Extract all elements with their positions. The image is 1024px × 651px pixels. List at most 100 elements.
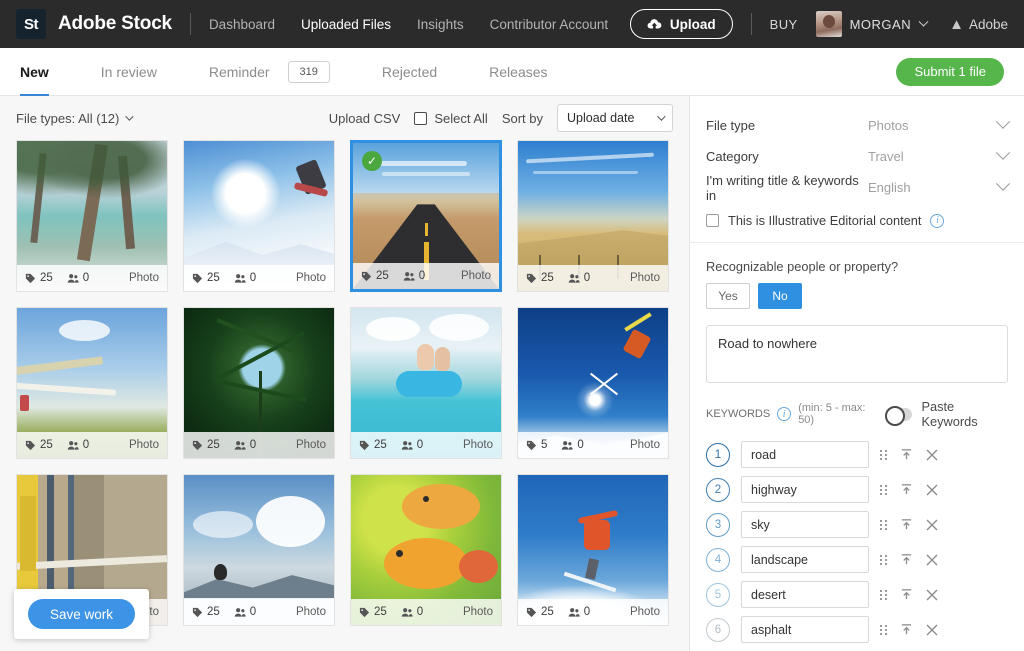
category-row[interactable]: Category Travel <box>706 141 1011 172</box>
drag-handle-icon[interactable] <box>880 589 887 600</box>
tab-new[interactable]: New <box>20 48 49 96</box>
chevron-down-icon[interactable] <box>918 16 929 27</box>
reminder-count-badge: 319 <box>287 60 330 83</box>
people-icon <box>67 440 79 450</box>
chevron-down-icon <box>657 112 666 121</box>
cloud-upload-icon <box>647 18 662 29</box>
save-work-button[interactable]: Save work <box>28 599 136 629</box>
info-icon[interactable]: i <box>777 407 792 421</box>
tab-reminder[interactable]: Reminder <box>209 48 270 96</box>
thumbnail-card[interactable]: 25 0 Photo <box>16 140 168 292</box>
keyword-input[interactable]: highway <box>741 476 869 503</box>
keyword-input[interactable]: desert <box>741 581 869 608</box>
move-to-top-icon[interactable] <box>900 553 913 566</box>
move-to-top-icon[interactable] <box>900 623 913 636</box>
people-count: 0 <box>403 270 425 282</box>
keyword-input[interactable]: asphalt <box>741 616 869 643</box>
submit-file-button[interactable]: Submit 1 file <box>896 57 1004 86</box>
thumbnail-grid: 25 0 Photo 25 0 Photo ✓ 25 0 Photo 25 0 … <box>16 140 673 626</box>
file-type-label: Photo <box>629 606 660 618</box>
drag-handle-icon[interactable] <box>880 624 887 635</box>
drag-handle-icon[interactable] <box>880 554 887 565</box>
remove-keyword-icon[interactable] <box>926 484 938 496</box>
category-value: Travel <box>868 149 904 164</box>
thumbnail-card[interactable]: 5 0 Photo <box>517 307 669 459</box>
remove-keyword-icon[interactable] <box>926 519 938 531</box>
buy-link[interactable]: BUY <box>770 17 798 32</box>
move-to-top-icon[interactable] <box>900 518 913 531</box>
file-type-label: Photo <box>295 606 326 618</box>
thumbnail-card-selected[interactable]: ✓ 25 0 Photo <box>350 140 502 292</box>
people-icon <box>568 607 580 617</box>
chevron-down-icon <box>995 176 1011 191</box>
tab-rejected[interactable]: Rejected <box>382 48 437 96</box>
people-count: 0 <box>234 272 256 284</box>
people-count: 0 <box>401 439 423 451</box>
language-row[interactable]: I'm writing title & keywords in English <box>706 172 1011 203</box>
tag-icon <box>526 607 537 617</box>
select-all-checkbox[interactable]: Select All <box>414 111 488 126</box>
avatar[interactable] <box>815 11 842 37</box>
keyword-count: 25 <box>359 439 387 451</box>
thumbnail-card[interactable]: 25 0 Photo <box>350 307 502 459</box>
thumbnail-card[interactable]: 25 0 Photo <box>517 140 669 292</box>
drag-handle-icon[interactable] <box>880 484 887 495</box>
upload-csv-button[interactable]: Upload CSV <box>329 111 401 126</box>
recognizable-no-button[interactable]: No <box>758 283 802 309</box>
files-panel: File types: All (12) Upload CSV Select A… <box>0 96 689 651</box>
checkbox-icon <box>414 111 428 125</box>
nav-item-contributor-account[interactable]: Contributor Account <box>490 17 609 32</box>
tab-releases[interactable]: Releases <box>489 48 547 96</box>
adobe-stock-logo-icon[interactable]: St <box>16 9 46 39</box>
thumbnail-card[interactable]: 25 0 Photo <box>183 140 335 292</box>
thumbnail-meta: 5 0 Photo <box>518 432 668 458</box>
keyword-input[interactable]: landscape <box>741 546 869 573</box>
editorial-content-checkbox[interactable]: This is Illustrative Editorial content i <box>706 213 1008 228</box>
thumbnail-meta: 25 0 Photo <box>353 263 499 289</box>
tab-in-review[interactable]: In review <box>101 48 157 96</box>
user-name-label[interactable]: MORGAN <box>850 17 912 32</box>
thumbnail-card[interactable]: 25 0 Photo <box>183 307 335 459</box>
keyword-input[interactable]: road <box>741 441 869 468</box>
thumbnail-card[interactable]: 25 0 Photo <box>350 474 502 626</box>
recognizable-yes-button[interactable]: Yes <box>706 283 750 309</box>
nav-item-dashboard[interactable]: Dashboard <box>209 17 275 32</box>
remove-keyword-icon[interactable] <box>926 449 938 461</box>
move-to-top-icon[interactable] <box>900 448 913 461</box>
keyword-index: 2 <box>706 477 730 502</box>
remove-keyword-icon[interactable] <box>926 554 938 566</box>
nav-item-uploaded-files[interactable]: Uploaded Files <box>301 17 391 32</box>
info-icon[interactable]: i <box>930 213 945 228</box>
title-input[interactable]: Road to nowhere <box>706 325 1008 383</box>
tag-icon <box>192 440 203 450</box>
file-type-label: Photo <box>629 272 660 284</box>
thumbnail-card[interactable]: 25 0 Photo <box>183 474 335 626</box>
keywords-list: 1 road 2 highway 3 sky 4 landscape 5 des… <box>706 441 1008 643</box>
thumbnail-meta: 25 0 Photo <box>518 265 668 291</box>
people-count: 0 <box>67 272 89 284</box>
file-type-label: Photo <box>295 439 326 451</box>
sort-by-select[interactable]: Upload date <box>557 104 673 132</box>
thumbnail-meta: 25 0 Photo <box>184 432 334 458</box>
file-types-filter[interactable]: File types: All (12) <box>16 111 134 126</box>
thumbnail-card[interactable]: 25 0 Photo <box>16 307 168 459</box>
thumbnail-card[interactable]: 25 0 Photo <box>517 474 669 626</box>
language-value: English <box>868 180 911 195</box>
drag-handle-icon[interactable] <box>880 449 887 460</box>
tag-icon <box>25 440 36 450</box>
remove-keyword-icon[interactable] <box>926 589 938 601</box>
move-to-top-icon[interactable] <box>900 588 913 601</box>
people-count: 0 <box>234 439 256 451</box>
people-icon <box>234 440 246 450</box>
nav-item-insights[interactable]: Insights <box>417 17 464 32</box>
adobe-label: Adobe <box>968 16 1008 32</box>
drag-handle-icon[interactable] <box>880 519 887 530</box>
remove-keyword-icon[interactable] <box>926 624 938 636</box>
move-to-top-icon[interactable] <box>900 483 913 496</box>
keyword-input[interactable]: sky <box>741 511 869 538</box>
upload-button[interactable]: Upload <box>629 9 733 39</box>
sort-by-label: Sort by <box>501 110 543 126</box>
paste-keywords-toggle[interactable]: Paste Keywords <box>885 399 1008 429</box>
keywords-label: KEYWORDS <box>706 408 771 420</box>
file-type-row[interactable]: File type Photos <box>706 110 1011 141</box>
